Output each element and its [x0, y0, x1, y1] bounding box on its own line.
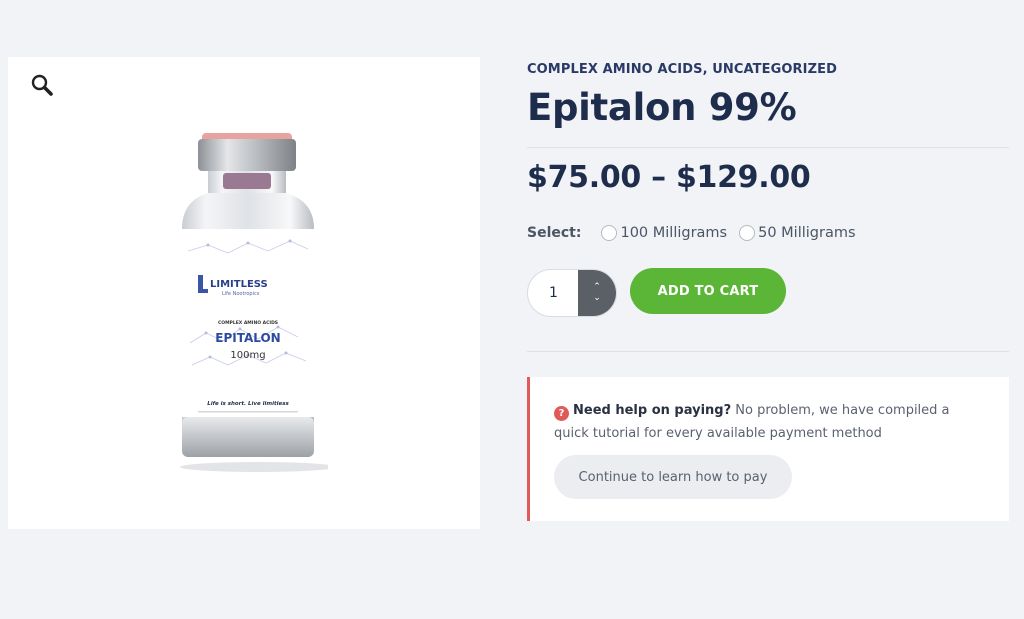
svg-text:LIMITLESS: LIMITLESS — [210, 279, 268, 290]
svg-text:COMPLEX AMINO ACIDS: COMPLEX AMINO ACIDS — [218, 320, 278, 326]
quantity-input[interactable] — [528, 270, 579, 316]
product-image-panel: LIMITLESS Life Nootropics COMPLEX AMINO … — [8, 57, 480, 529]
zoom-icon[interactable] — [30, 73, 54, 97]
svg-text:EPITALON: EPITALON — [215, 331, 280, 345]
divider — [527, 351, 1009, 352]
add-to-cart-button[interactable]: ADD TO CART — [630, 268, 786, 314]
payment-help-heading: Need help on paying? — [573, 403, 732, 418]
product-categories: COMPLEX AMINO ACIDS, UNCATEGORIZED — [527, 62, 837, 77]
variation-selector: Select: 100 Milligrams 50 Milligrams — [527, 222, 868, 244]
svg-text:Life Nootropics: Life Nootropics — [222, 291, 260, 297]
product-title: Epitalon 99% — [527, 86, 797, 129]
question-icon: ? — [554, 406, 569, 421]
chevron-down-icon[interactable]: ⌄ — [593, 293, 601, 304]
radio-button[interactable] — [739, 225, 756, 241]
variation-option-50mg[interactable]: 50 Milligrams — [739, 225, 856, 241]
divider — [527, 147, 1009, 148]
product-vial-image: LIMITLESS Life Nootropics COMPLEX AMINO … — [180, 133, 328, 472]
product-summary: COMPLEX AMINO ACIDS, UNCATEGORIZED Epita… — [527, 0, 1009, 619]
radio-button[interactable] — [601, 225, 618, 241]
variation-option-100mg[interactable]: 100 Milligrams — [601, 225, 727, 241]
variation-label: Select: — [527, 225, 582, 241]
svg-text:Life is short. Live limitless: Life is short. Live limitless — [207, 401, 289, 407]
learn-how-to-pay-button[interactable]: Continue to learn how to pay — [554, 455, 792, 499]
payment-help-text: ? Need help on paying? No problem, we hav… — [554, 399, 974, 445]
category-link-uncategorized[interactable]: UNCATEGORIZED — [712, 62, 837, 77]
quantity-stepper-controls: ⌃ ⌄ — [578, 270, 616, 316]
chevron-up-icon[interactable]: ⌃ — [593, 282, 601, 293]
payment-help-box: ? Need help on paying? No problem, we hav… — [527, 377, 1009, 521]
variation-option-label: 50 Milligrams — [758, 225, 856, 241]
quantity-stepper: ⌃ ⌄ — [527, 269, 617, 317]
svg-text:100mg: 100mg — [230, 350, 265, 361]
product-price: $75.00 – $129.00 — [527, 160, 811, 195]
category-separator: , — [702, 62, 713, 77]
variation-option-label: 100 Milligrams — [620, 225, 728, 241]
category-link-complex-amino-acids[interactable]: COMPLEX AMINO ACIDS — [527, 62, 703, 77]
